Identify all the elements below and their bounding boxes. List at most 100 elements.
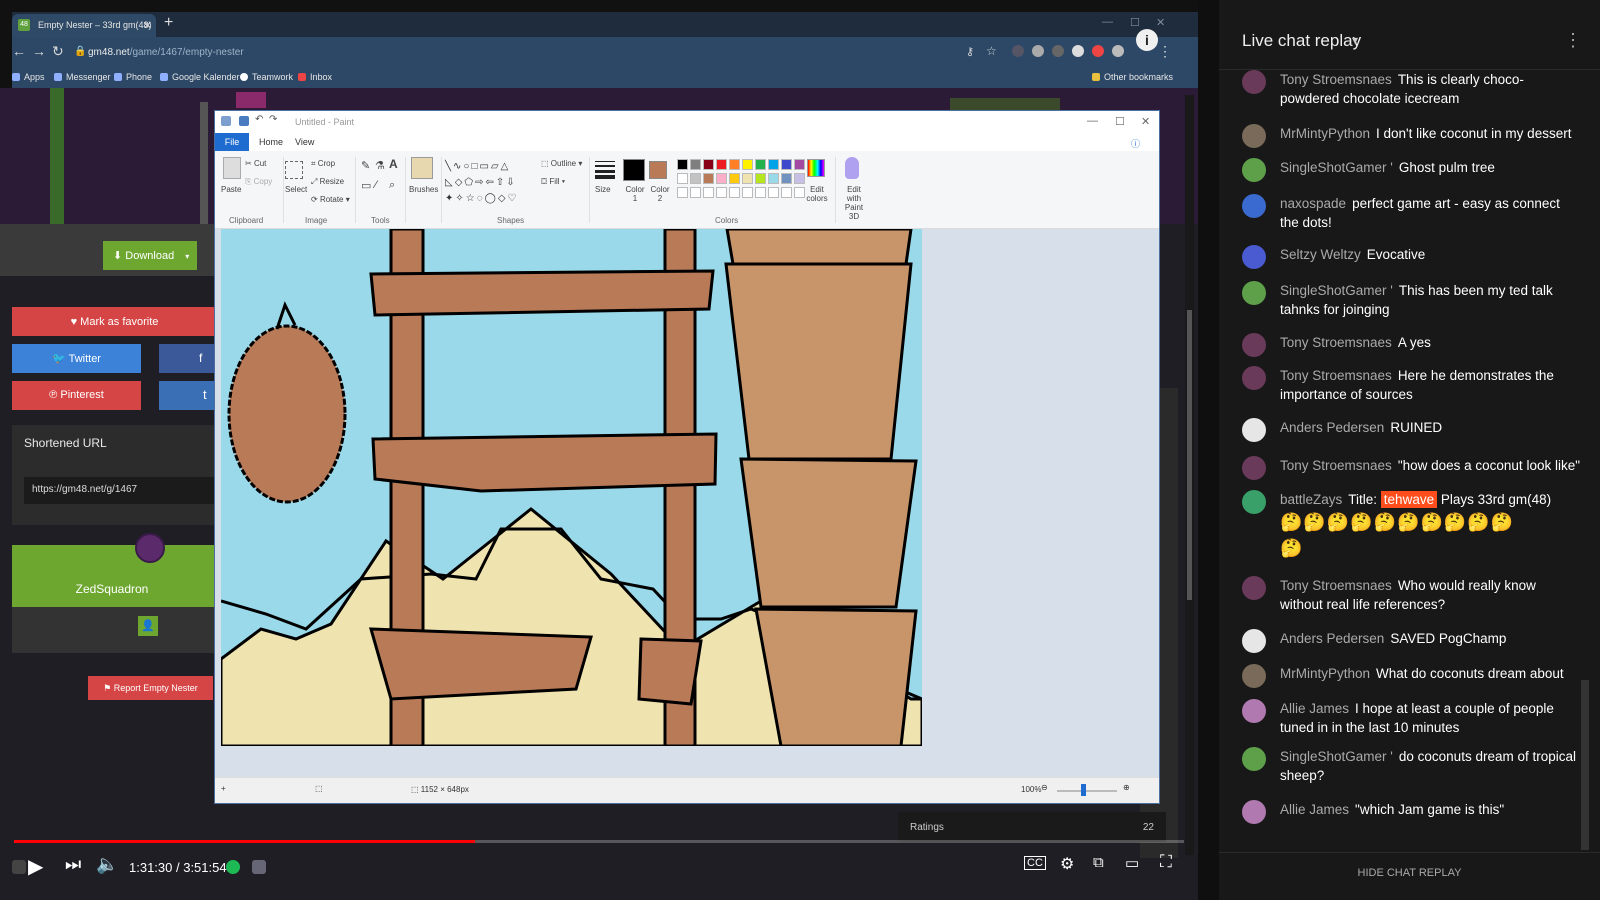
palette-swatch[interactable] <box>781 173 792 184</box>
info-icon[interactable]: i <box>1136 29 1158 51</box>
author-name[interactable]: ZedSquadron <box>12 582 212 596</box>
tab-file[interactable]: File <box>215 133 249 151</box>
custom-color-swatch[interactable] <box>755 187 766 198</box>
palette-swatch[interactable] <box>755 159 766 170</box>
avatar[interactable] <box>1242 70 1266 94</box>
chat-author[interactable]: SingleShotGamer ' <box>1280 283 1393 298</box>
color1-swatch[interactable] <box>623 159 645 181</box>
pencil-icon[interactable]: ✎ <box>361 159 370 172</box>
resize-button[interactable]: ⤢ Resize <box>311 177 344 187</box>
video-player[interactable]: 48 Empty Nester – 33rd gm(48) ✕ + — ☐ ✕ … <box>0 0 1198 900</box>
custom-color-swatch[interactable] <box>742 187 753 198</box>
chat-author[interactable]: Tony Stroemsnaes <box>1280 335 1392 350</box>
avatar[interactable] <box>1242 664 1266 688</box>
avatar[interactable] <box>1242 699 1266 723</box>
settings-gear-icon[interactable]: ⚙ <box>1060 854 1074 874</box>
chat-title[interactable]: Live chat replay <box>1242 31 1361 51</box>
zoom-in-icon[interactable]: ⊕ <box>1123 783 1130 792</box>
crop-button[interactable]: ⌗ Crop <box>311 159 335 169</box>
pinterest-share-button[interactable]: ℗ Pinterest <box>12 381 141 410</box>
palette-swatch[interactable] <box>768 173 779 184</box>
zoom-out-icon[interactable]: ⊖ <box>1041 783 1048 792</box>
add-icon[interactable]: + <box>221 784 226 793</box>
volume-icon[interactable]: 🔈 <box>96 854 118 875</box>
chat-author[interactable]: Allie James <box>1280 701 1349 716</box>
chat-author[interactable]: MrMintyPython <box>1280 666 1370 681</box>
paste-button[interactable]: Paste <box>221 185 241 194</box>
chat-author[interactable]: SingleShotGamer ' <box>1280 749 1393 764</box>
reload-icon[interactable]: ↻ <box>52 43 64 60</box>
chat-author[interactable]: Anders Pedersen <box>1280 631 1384 646</box>
theater-mode-icon[interactable]: ▭ <box>1125 854 1139 872</box>
palette-swatch[interactable] <box>794 173 805 184</box>
save-icon[interactable] <box>239 116 249 126</box>
avatar[interactable] <box>1242 124 1266 148</box>
redo-icon[interactable]: ↷ <box>269 114 279 125</box>
paint-close-icon[interactable]: ✕ <box>1141 115 1150 128</box>
chat-author[interactable]: naxospade <box>1280 196 1346 211</box>
star-icon[interactable]: ☆ <box>986 44 997 58</box>
outline-button[interactable]: ⬚ Outline ▾ <box>541 159 582 168</box>
address-bar[interactable]: gm48.net/game/1467/empty-nester <box>88 47 244 58</box>
rotate-button[interactable]: ⟳ Rotate ▾ <box>311 195 350 204</box>
avatar[interactable] <box>1242 490 1266 514</box>
bookmark-google-kalender[interactable]: Google Kalender <box>160 72 240 82</box>
chevron-down-icon[interactable]: ▾ <box>185 252 189 261</box>
bookmark-phone[interactable]: Phone <box>114 72 152 82</box>
palette-swatch[interactable] <box>781 159 792 170</box>
select-icon[interactable] <box>285 161 303 179</box>
avatar[interactable] <box>1242 333 1266 357</box>
bookmark-messenger[interactable]: Messenger <box>54 72 111 82</box>
extension-icon[interactable] <box>1092 45 1104 57</box>
bookmark-teamwork[interactable]: Teamwork <box>240 72 293 82</box>
palette-swatch[interactable] <box>716 173 727 184</box>
avatar[interactable] <box>1242 281 1266 305</box>
custom-color-swatch[interactable] <box>690 187 701 198</box>
fill-button[interactable]: ⛋ Fill ▾ <box>541 177 565 187</box>
key-icon[interactable]: ⚷ <box>966 45 974 58</box>
avatar[interactable] <box>1242 245 1266 269</box>
next-icon[interactable]: ⏭ <box>65 854 81 875</box>
avatar[interactable] <box>1242 576 1266 600</box>
paint-minimize-icon[interactable]: — <box>1087 115 1098 127</box>
avatar[interactable] <box>1242 456 1266 480</box>
profile-icon[interactable]: 👤 <box>138 616 158 636</box>
chat-author[interactable]: Tony Stroemsnaes <box>1280 458 1392 473</box>
fill-bucket-icon[interactable]: ⚗ <box>375 159 385 172</box>
palette-swatch[interactable] <box>677 173 688 184</box>
edit-with-paint3d-button[interactable]: Edit with Paint 3D <box>839 185 869 221</box>
captions-icon[interactable]: CC <box>1024 856 1046 870</box>
zoom-slider-thumb[interactable] <box>1081 784 1086 796</box>
palette-swatch[interactable] <box>742 173 753 184</box>
maximize-icon[interactable]: ☐ <box>1130 16 1140 29</box>
chat-scrollbar[interactable] <box>1581 680 1589 850</box>
cut-button[interactable]: ✂ Cut <box>245 159 266 168</box>
back-icon[interactable]: ← <box>12 43 26 59</box>
bookmark-other[interactable]: Other bookmarks <box>1092 72 1173 82</box>
edit-colors-icon[interactable] <box>807 159 825 177</box>
paint-window[interactable]: ↶ ↷ Untitled - Paint — ☐ ✕ File Home Vie… <box>214 110 1160 804</box>
custom-color-swatch[interactable] <box>677 187 688 198</box>
paint3d-icon[interactable] <box>845 157 859 179</box>
browser-menu-icon[interactable]: ⋮ <box>1158 43 1172 60</box>
download-button[interactable]: ⬇ Download ▾ <box>103 241 197 270</box>
chat-author[interactable]: Allie James <box>1280 802 1349 817</box>
bookmark-apps[interactable]: Apps <box>12 72 45 82</box>
copy-button[interactable]: ⎘ Copy <box>245 177 272 187</box>
palette-swatch[interactable] <box>742 159 753 170</box>
extension-icon[interactable] <box>1052 45 1064 57</box>
chevron-down-icon[interactable]: ▾ <box>1352 33 1358 47</box>
extension-icon[interactable] <box>1072 45 1084 57</box>
avatar[interactable] <box>1242 194 1266 218</box>
hide-chat-replay-button[interactable]: HIDE CHAT REPLAY <box>1219 852 1600 896</box>
mark-favorite-button[interactable]: ♥ Mark as favorite <box>12 307 217 336</box>
palette-swatch[interactable] <box>703 173 714 184</box>
palette-swatch[interactable] <box>677 159 688 170</box>
help-icon[interactable]: ⓘ <box>1131 137 1140 150</box>
chat-author[interactable]: SingleShotGamer ' <box>1280 160 1393 175</box>
palette-swatch[interactable] <box>703 159 714 170</box>
palette-swatch[interactable] <box>755 173 766 184</box>
twitter-share-button[interactable]: 🐦 Twitter <box>12 344 141 373</box>
facebook-share-button[interactable]: f <box>159 344 219 373</box>
close-window-icon[interactable]: ✕ <box>1156 16 1165 29</box>
